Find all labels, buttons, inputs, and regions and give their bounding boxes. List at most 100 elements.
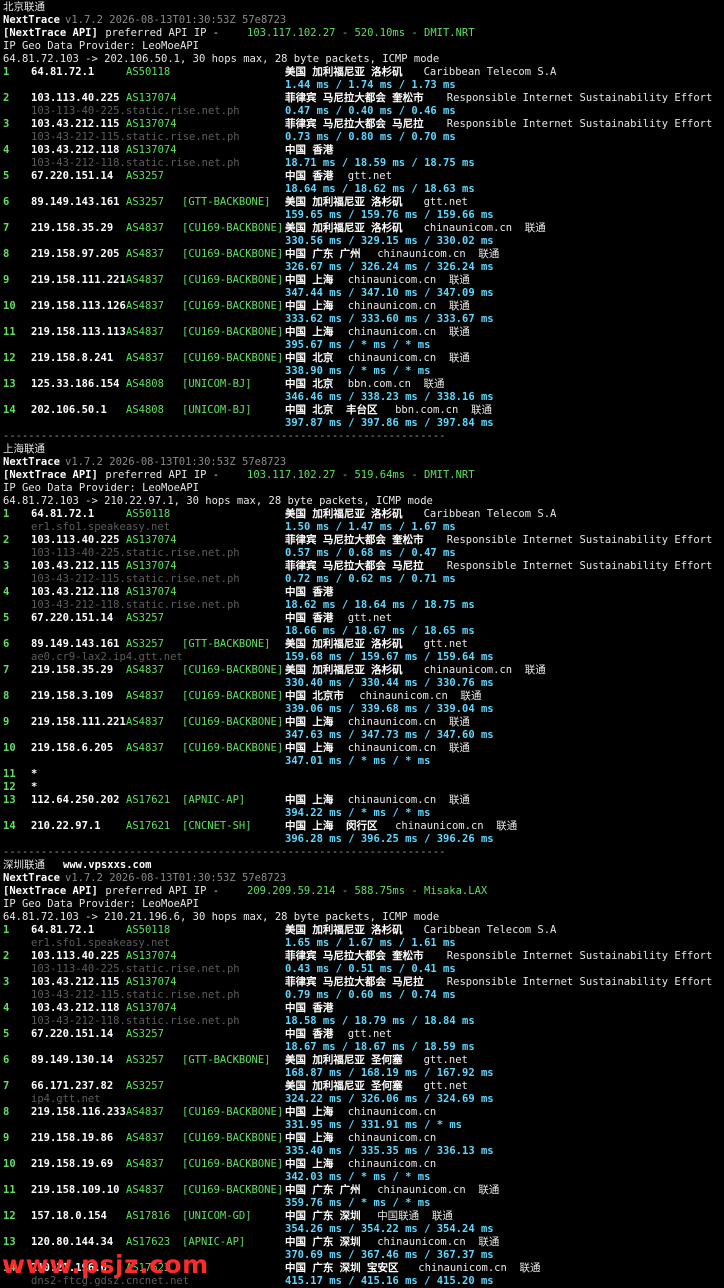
hop-number: 3	[3, 976, 10, 988]
hop-ip: 103.43.212.115	[31, 560, 120, 572]
hop-org: chinaunicom.cn 联通	[377, 1236, 500, 1248]
hop-org: Responsible Internet Sustainability Effo…	[446, 534, 713, 546]
hop-geo: 中国 香港	[285, 144, 334, 156]
section-title-line: 深圳联通 www.vpsxxs.com	[3, 859, 721, 872]
version-text: v1.7.2 2026-08-13T01:30:53Z 57e8723	[65, 14, 287, 26]
hop-detail-row: er1.sfo1.speakeasy.net 1.65 ms / 1.67 ms …	[3, 937, 721, 950]
hop-backbone-tag: [CNCNET-SH]	[182, 820, 252, 832]
hop-asn: AS4837	[126, 1106, 164, 1118]
hop-ip: 202.106.50.1	[31, 404, 107, 416]
app-name: NextTrace	[3, 872, 60, 884]
hop-ip: 219.158.3.109	[31, 690, 114, 702]
hop-asn: AS137074	[126, 534, 177, 546]
hop-org: chinaunicom.cn 联通	[347, 716, 470, 728]
hop-rtt: 396.28 ms / 396.25 ms / 396.26 ms	[285, 833, 494, 845]
section-divider: ----------------------------------------…	[3, 430, 721, 443]
hop-row: 13 125.33.186.154 AS4808 [UNICOM-BJ] 中国 北京 bb…	[3, 378, 721, 391]
hop-rdns: 103-43-212-118.static.rise.net.ph	[31, 1015, 240, 1027]
hop-ip: 103.113.40.225	[31, 950, 120, 962]
hop-backbone-tag: [UNICOM-GD]	[182, 1210, 252, 1222]
hop-detail-row: 168.87 ms / 168.19 ms / 167.92 ms	[3, 1067, 721, 1080]
hop-geo: 中国 北京	[285, 352, 334, 364]
hop-row: 3 103.43.212.115 AS137074 菲律宾 马尼拉大都会 马尼拉 Res…	[3, 560, 721, 573]
hop-ip: 219.158.35.29	[31, 222, 114, 234]
hop-row: 2 103.113.40.225 AS137074 菲律宾 马尼拉大都会 奎松市 Res…	[3, 534, 721, 547]
hop-ip: 103.43.212.118	[31, 144, 120, 156]
watermark-logo: www.psjz.com	[2, 1250, 209, 1279]
hop-rtt: 354.26 ms / 354.22 ms / 354.24 ms	[285, 1223, 494, 1235]
hop-geo: 中国 上海	[285, 794, 334, 806]
hop-backbone-tag: [GTT-BACKBONE]	[182, 1054, 271, 1066]
hop-geo: 中国 上海	[285, 742, 334, 754]
hop-org: chinaunicom.cn 联通	[347, 742, 470, 754]
hop-detail-row: 103-113-40-225.static.rise.net.ph 0.47 ms…	[3, 105, 721, 118]
hop-number: 14	[3, 404, 16, 416]
hop-row: 4 103.43.212.118 AS137074 中国 香港	[3, 586, 721, 599]
hop-geo: 中国 上海	[285, 1158, 334, 1170]
hop-row: 7 219.158.35.29 AS4837 [CU169-BACKBONE] 美国 加…	[3, 222, 721, 235]
hop-detail-row: 347.63 ms / 347.73 ms / 347.60 ms	[3, 729, 721, 742]
hop-backbone-tag: [GTT-BACKBONE]	[182, 196, 271, 208]
hop-backbone-tag: [CU169-BACKBONE]	[182, 326, 284, 338]
trace-header: 64.81.72.103 -> 210.22.97.1, 30 hops max…	[3, 495, 433, 507]
hop-detail-row: 326.67 ms / 326.24 ms / 326.24 ms	[3, 261, 721, 274]
hop-asn: AS4837	[126, 742, 164, 754]
hop-rdns: 103-113-40-225.static.rise.net.ph	[31, 963, 240, 975]
hop-asn: AS17623	[126, 1236, 171, 1248]
hop-asn: AS4837	[126, 300, 164, 312]
hop-org: gtt.net	[423, 1054, 468, 1066]
hop-detail-row: 18.67 ms / 18.67 ms / 18.59 ms	[3, 1041, 721, 1054]
version-text: v1.7.2 2026-08-13T01:30:53Z 57e8723	[65, 872, 287, 884]
hop-number: 5	[3, 170, 10, 182]
hop-rtt: 346.46 ms / 338.23 ms / 338.16 ms	[285, 391, 494, 403]
hop-row: 13 112.64.250.202 AS17621 [APNIC-AP] 中国 上海 ch…	[3, 794, 721, 807]
hop-asn: AS4837	[126, 690, 164, 702]
hop-ip: 125.33.186.154	[31, 378, 120, 390]
hop-rdns: 103-43-212-118.static.rise.net.ph	[31, 599, 240, 611]
hop-rtt: 359.76 ms / * ms / * ms	[285, 1197, 431, 1209]
hop-asn: AS4808	[126, 378, 164, 390]
hop-geo: 菲律宾 马尼拉大都会 奎松市	[285, 92, 424, 104]
hop-rtt: 342.03 ms / * ms / * ms	[285, 1171, 431, 1183]
hop-row: 7 66.171.237.82 AS3257 美国 加利福尼亚 圣何塞 gtt.net	[3, 1080, 721, 1093]
hop-backbone-tag: [APNIC-AP]	[182, 1236, 246, 1248]
api-tag: [NextTrace API]	[3, 469, 98, 481]
api-line: [NextTrace API] preferred API IP - 103.1…	[3, 27, 721, 40]
hop-rtt: 324.22 ms / 326.06 ms / 324.69 ms	[285, 1093, 494, 1105]
divider-text: ----------------------------------------…	[3, 846, 446, 858]
hop-rtt: 18.71 ms / 18.59 ms / 18.75 ms	[285, 157, 475, 169]
hop-backbone-tag: [CU169-BACKBONE]	[182, 352, 284, 364]
hop-rdns: ip4.gtt.net	[31, 1093, 101, 1105]
hop-detail-row: 103-43-212-115.static.rise.net.ph 0.79 ms…	[3, 989, 721, 1002]
hop-asn: AS50118	[126, 508, 171, 520]
hop-asn: AS3257	[126, 1080, 164, 1092]
hop-row: 2 103.113.40.225 AS137074 菲律宾 马尼拉大都会 奎松市 Res…	[3, 950, 721, 963]
api-text: preferred API IP -	[99, 885, 226, 897]
hop-org: chinaunicom.cn 联通	[423, 222, 546, 234]
hop-row: 8 219.158.3.109 AS4837 [CU169-BACKBONE] 中国 北…	[3, 690, 721, 703]
hop-backbone-tag: [CU169-BACKBONE]	[182, 1158, 284, 1170]
hop-number: 13	[3, 378, 16, 390]
hop-asn: AS4837	[126, 248, 164, 260]
hop-org: chinaunicom.cn 联通	[347, 352, 470, 364]
hop-geo: 中国 北京	[285, 378, 334, 390]
hop-number: 6	[3, 196, 10, 208]
hop-org: 中国联通 联通	[377, 1210, 453, 1222]
hop-row: 3 103.43.212.115 AS137074 菲律宾 马尼拉大都会 马尼拉 Res…	[3, 118, 721, 131]
hop-row: 10 219.158.113.126 AS4837 [CU169-BACKBONE] 中…	[3, 300, 721, 313]
hop-detail-row: ae0.cr9-lax2.ip4.gtt.net 159.68 ms / 159.…	[3, 651, 721, 664]
hop-ip: 66.171.237.82	[31, 1080, 114, 1092]
hop-rdns: ae0.cr9-lax2.ip4.gtt.net	[31, 651, 183, 663]
hop-rtt: 395.67 ms / * ms / * ms	[285, 339, 431, 351]
hop-row: 14 202.106.50.1 AS4808 [UNICOM-BJ] 中国 北京 丰台区…	[3, 404, 721, 417]
hop-org: chinaunicom.cn	[347, 1106, 437, 1118]
hop-rdns: er1.sfo1.speakeasy.net	[31, 937, 171, 949]
api-line: [NextTrace API] preferred API IP - 209.2…	[3, 885, 721, 898]
hop-number: 13	[3, 794, 16, 806]
hop-backbone-tag: [CU169-BACKBONE]	[182, 716, 284, 728]
hop-rtt: 347.01 ms / * ms / * ms	[285, 755, 431, 767]
hop-geo: 中国 广东 深圳	[285, 1210, 361, 1222]
hop-geo: 美国 加利福尼亚 洛杉矶	[285, 638, 403, 650]
hop-rtt: 18.66 ms / 18.67 ms / 18.65 ms	[285, 625, 475, 637]
hop-detail-row: 103-43-212-118.static.rise.net.ph 18.71 m…	[3, 157, 721, 170]
